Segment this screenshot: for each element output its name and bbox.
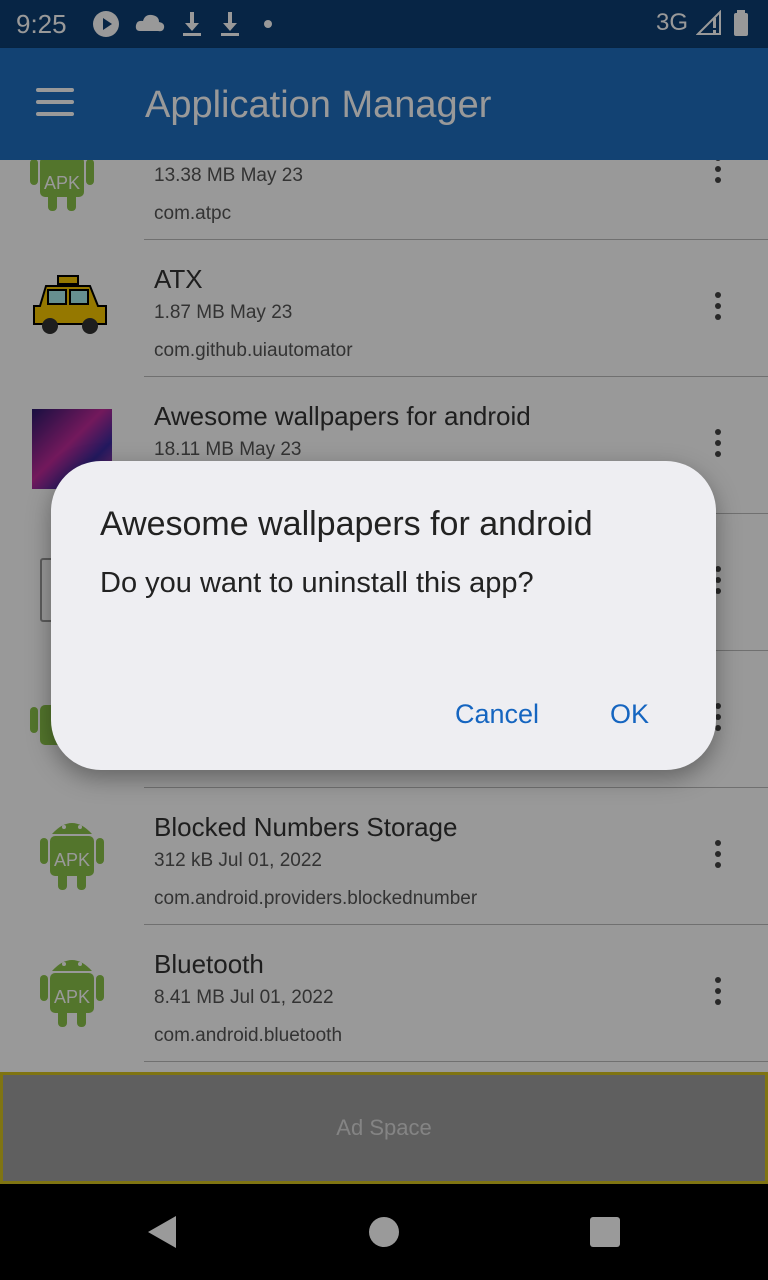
- dialog-message: Do you want to uninstall this app?: [100, 567, 534, 599]
- uninstall-dialog: Awesome wallpapers for android Do you wa…: [51, 461, 716, 770]
- ok-button[interactable]: OK: [610, 699, 649, 730]
- navigation-bar: [0, 1184, 768, 1280]
- dialog-title: Awesome wallpapers for android: [100, 505, 593, 543]
- cancel-button[interactable]: Cancel: [455, 699, 539, 730]
- recents-icon[interactable]: [590, 1217, 620, 1247]
- home-icon[interactable]: [369, 1217, 399, 1247]
- back-icon[interactable]: [148, 1216, 176, 1248]
